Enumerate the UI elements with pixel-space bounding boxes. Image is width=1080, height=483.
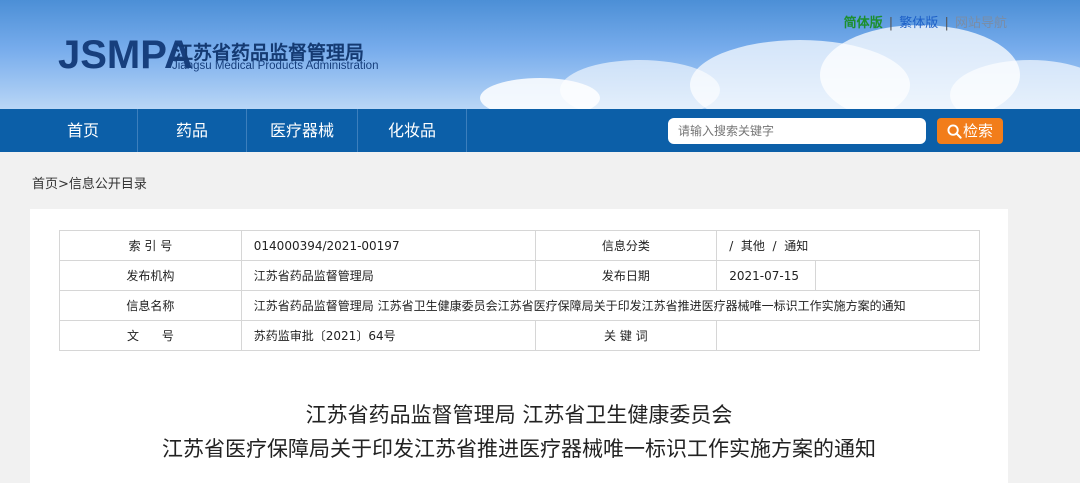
table-value: 苏药监审批〔2021〕64号	[240, 320, 536, 351]
simplified-version-link[interactable]: 简体版	[844, 16, 883, 31]
main-content: 索 引 号 014000394/2021-00197 信息分类 / 其他 / 通…	[30, 209, 1008, 483]
table-value: 江苏省药品监督管理局	[240, 260, 536, 291]
version-links: 简体版 | 繁体版 | 网站导航	[843, 12, 1008, 31]
table-row: 文 号 苏药监审批〔2021〕64号 关 键 词	[59, 320, 980, 351]
article-title-line2: 江苏省医疗保障局关于印发江苏省推进医疗器械唯一标识工作实施方案的通知	[162, 437, 876, 461]
article-title-line1: 江苏省药品监督管理局 江苏省卫生健康委员会	[305, 403, 733, 427]
nav-item-drugs[interactable]: 药品	[138, 109, 247, 152]
table-label: 信息名称	[59, 290, 242, 321]
info-table: 索 引 号 014000394/2021-00197 信息分类 / 其他 / 通…	[59, 230, 981, 351]
search-icon	[947, 124, 962, 139]
search-button-label: 检索	[962, 122, 993, 140]
table-row: 信息名称 江苏省药品监督管理局 江苏省卫生健康委员会江苏省医疗保障局关于印发江苏…	[59, 290, 981, 321]
nav-item-cosmetics[interactable]: 化妆品	[358, 109, 467, 152]
table-label: 关 键 词	[534, 320, 718, 351]
search-button[interactable]: 检索	[937, 118, 1003, 144]
table-label: 发布日期	[534, 260, 718, 291]
table-value: / 其他 / 通知	[716, 230, 980, 261]
table-value: 2021-07-15	[716, 260, 817, 291]
table-cell-empty	[815, 260, 980, 291]
nav-item-home[interactable]: 首页	[29, 109, 138, 152]
table-row: 索 引 号 014000394/2021-00197 信息分类 / 其他 / 通…	[59, 230, 980, 261]
table-value: 江苏省药品监督管理局 江苏省卫生健康委员会江苏省医疗保障局关于印发江苏省推进医疗…	[240, 290, 981, 321]
table-label: 文 号	[59, 320, 242, 351]
nav-item-medical-devices[interactable]: 医疗器械	[247, 109, 358, 152]
table-label: 索 引 号	[59, 230, 242, 261]
site-header: JSMPA 江苏省药品监督管理局 Jiangsu Medical Product…	[0, 0, 1080, 109]
search-input[interactable]	[668, 118, 926, 144]
table-value	[716, 320, 980, 351]
traditional-version-link[interactable]: 繁体版	[899, 16, 938, 31]
main-nav: 首页 药品 医疗器械 化妆品 检索	[0, 109, 1080, 152]
table-row: 发布机构 江苏省药品监督管理局 发布日期 2021-07-15	[59, 260, 980, 291]
site-navigation-link[interactable]: 网站导航	[955, 16, 1007, 31]
separator: |	[888, 16, 894, 31]
table-label: 发布机构	[59, 260, 242, 291]
table-value: 014000394/2021-00197	[240, 230, 536, 261]
table-label: 信息分类	[534, 230, 718, 261]
separator: |	[944, 16, 949, 31]
site-name-en: Jiangsu Medical Products Administration	[172, 60, 379, 72]
breadcrumb[interactable]: 首页>信息公开目录	[32, 173, 147, 192]
